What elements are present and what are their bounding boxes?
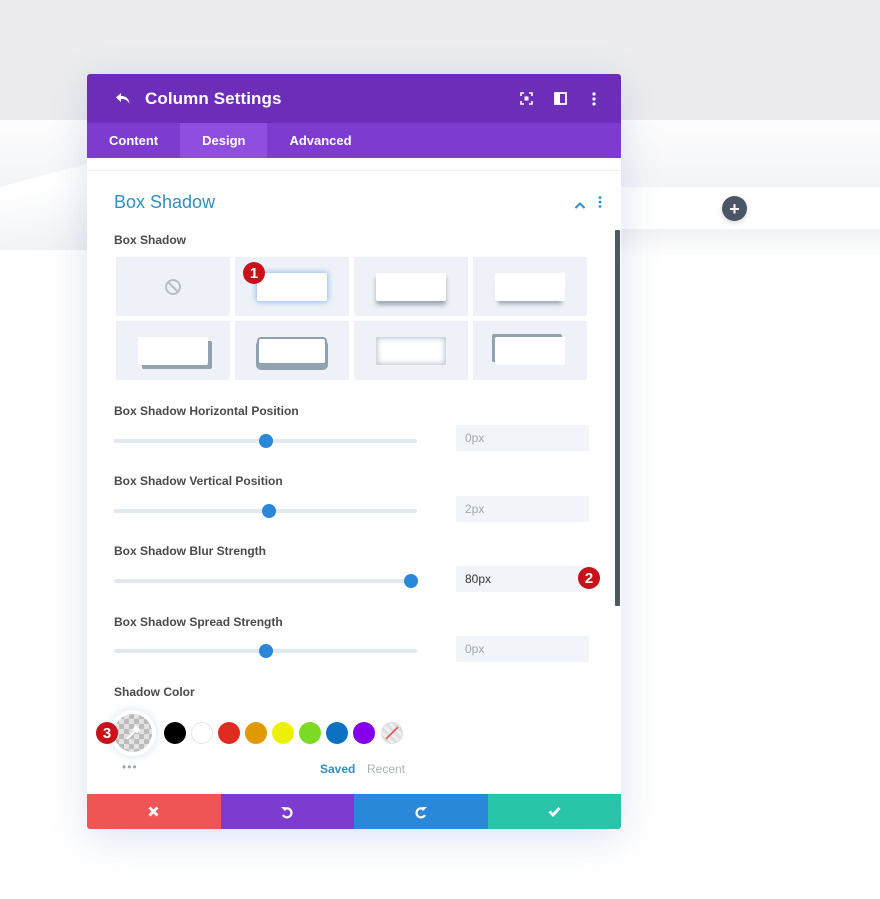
fullscreen-icon[interactable] — [519, 92, 533, 106]
undo-icon — [281, 806, 293, 818]
saved-colors-tab[interactable]: Saved — [320, 762, 355, 776]
plus-icon: + — [729, 198, 740, 219]
more-options-icon[interactable] — [587, 91, 601, 106]
slider-handle[interactable] — [258, 644, 273, 658]
color-swatch[interactable] — [326, 722, 348, 744]
vertical-position-input[interactable]: 2px — [456, 496, 589, 522]
split-view-icon[interactable] — [553, 92, 567, 106]
clear-color-swatch[interactable] — [381, 722, 403, 744]
slider-label: Box Shadow Vertical Position — [114, 474, 283, 488]
annotation-badge: 3 — [96, 722, 118, 744]
column-settings-modal: Column Settings Content Design Advanced … — [87, 74, 621, 829]
cancel-button[interactable] — [87, 794, 221, 829]
slider-label: Box Shadow Spread Strength — [114, 615, 283, 629]
redo-icon — [415, 806, 427, 818]
modal-title: Column Settings — [145, 88, 282, 108]
horizontal-position-input[interactable]: 0px — [456, 425, 589, 451]
redo-button[interactable] — [354, 794, 488, 829]
undo-button[interactable] — [220, 794, 354, 829]
collapse-chevron-icon[interactable] — [574, 196, 586, 209]
preset-bottom-tight[interactable] — [473, 257, 587, 316]
color-swatch[interactable] — [299, 722, 321, 744]
annotation-badge: 2 — [578, 567, 600, 589]
preset-offset-top-left[interactable] — [473, 321, 587, 380]
vertical-position-slider[interactable] — [114, 504, 417, 518]
shadow-color-label: Shadow Color — [114, 685, 195, 699]
modal-header: Column Settings — [87, 74, 621, 123]
page-row-shadow — [620, 229, 880, 259]
back-icon[interactable] — [115, 90, 133, 108]
section-title[interactable]: Box Shadow — [114, 192, 215, 213]
slider-handle[interactable] — [258, 434, 273, 448]
recent-colors-tab[interactable]: Recent — [367, 762, 405, 776]
scrollbar[interactable] — [615, 230, 620, 606]
annotation-badge: 1 — [243, 262, 265, 284]
color-swatch[interactable] — [245, 722, 267, 744]
tab-content[interactable]: Content — [87, 123, 180, 158]
modal-body: Box Shadow Box Shadow 1 Box Shadow Horiz… — [87, 170, 621, 806]
slider-label: Box Shadow Horizontal Position — [114, 404, 299, 418]
tab-advanced[interactable]: Advanced — [267, 123, 373, 158]
slider-handle[interactable] — [261, 504, 276, 518]
presets-label: Box Shadow — [114, 233, 187, 247]
check-icon — [548, 807, 561, 817]
modal-footer — [87, 794, 621, 829]
color-swatch[interactable] — [191, 722, 213, 744]
preset-bottom-soft[interactable] — [354, 257, 468, 316]
horizontal-position-slider[interactable] — [114, 434, 417, 448]
preset-none[interactable] — [116, 257, 230, 316]
close-icon — [148, 806, 159, 817]
no-shadow-icon — [165, 278, 181, 295]
preset-offset-right-bottom[interactable] — [116, 321, 230, 380]
color-swatch[interactable] — [218, 722, 240, 744]
save-button[interactable] — [487, 794, 621, 829]
shadow-presets: 1 — [116, 257, 587, 380]
spread-strength-input[interactable]: 0px — [456, 636, 589, 662]
preset-border-bottom[interactable] — [235, 321, 349, 380]
slider-label: Box Shadow Blur Strength — [114, 544, 267, 558]
tab-design[interactable]: Design — [180, 123, 268, 158]
clear-color-icon — [385, 726, 399, 740]
color-swatch[interactable] — [272, 722, 294, 744]
blur-strength-slider[interactable] — [114, 574, 418, 588]
preset-inset[interactable] — [354, 321, 468, 380]
page-row — [620, 187, 880, 229]
spread-strength-slider[interactable] — [114, 644, 417, 658]
add-module-button[interactable]: + — [722, 196, 747, 221]
more-colors-button[interactable]: ••• — [122, 760, 138, 774]
color-swatch[interactable] — [164, 722, 186, 744]
modal-tabs: Content Design Advanced — [87, 123, 621, 158]
color-swatch[interactable] — [353, 722, 375, 744]
color-picker-button[interactable] — [114, 714, 152, 752]
preset-glow[interactable]: 1 — [235, 257, 349, 316]
section-options-icon[interactable] — [598, 195, 602, 209]
eyedropper-icon — [126, 725, 141, 740]
slider-handle[interactable] — [403, 574, 418, 588]
blur-strength-input[interactable]: 80px — [456, 566, 589, 592]
